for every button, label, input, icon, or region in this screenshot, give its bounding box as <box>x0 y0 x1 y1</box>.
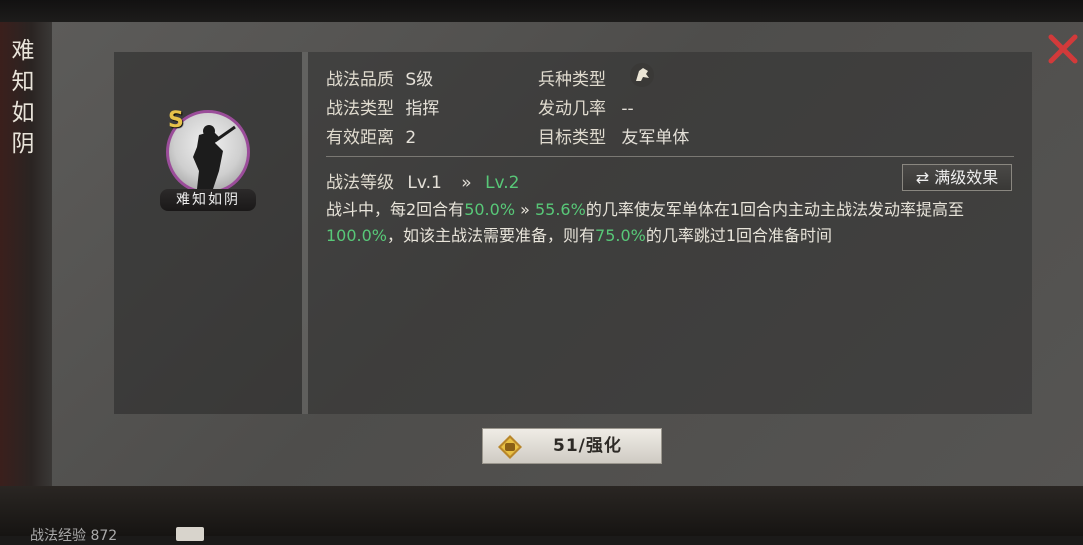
grade-badge: S <box>168 108 184 133</box>
close-icon[interactable] <box>1047 33 1079 65</box>
skill-portrait-area <box>114 52 302 414</box>
level-next: Lv.2 <box>485 173 520 193</box>
quality-row: 战法品质 S级 <box>326 65 433 90</box>
range-label: 有效距离 <box>326 128 394 148</box>
desc-value-4: 75.0% <box>595 226 646 245</box>
strengthen-button[interactable]: 51/强化 <box>482 428 662 464</box>
desc-text-4: 的几率跳过1回合准备时间 <box>645 226 833 245</box>
level-row: 战法等级 Lv.1 » Lv.2 <box>326 168 520 193</box>
type-row: 战法类型 指挥 <box>326 94 439 119</box>
rate-row: 发动几率 -- <box>538 94 634 119</box>
desc-value-3: 100.0% <box>326 226 388 245</box>
desc-arrow-icon: » <box>515 200 535 219</box>
level-arrow-icon: » <box>461 173 472 193</box>
info-divider <box>326 156 1014 157</box>
top-bar <box>0 0 1083 22</box>
rate-value: -- <box>621 99 634 119</box>
skill-description: 战斗中，每2回合有50.0% » 55.6%的几率使友军单体在1回合内主动主战法… <box>326 197 1016 249</box>
desc-value-1: 50.0% <box>464 200 516 219</box>
full-level-effect-button[interactable]: ⇄ 满级效果 <box>902 164 1012 191</box>
range-value: 2 <box>405 128 417 148</box>
rate-label: 发动几率 <box>538 99 606 119</box>
type-label: 战法类型 <box>326 99 394 119</box>
cavalry-icon <box>629 62 655 88</box>
skill-title: 难知如阴 <box>11 38 35 157</box>
bottom-add-button[interactable] <box>176 527 204 541</box>
bottom-exp-text: 战法经验 872 <box>30 528 118 544</box>
quality-label: 战法品质 <box>326 70 394 90</box>
strengthen-label: 51/强化 <box>553 436 622 456</box>
level-label: 战法等级 <box>326 173 394 193</box>
strengthen-fist-icon <box>497 434 523 460</box>
full-level-effect-label: 满级效果 <box>934 168 999 187</box>
skill-name-ribbon: 难知如阴 <box>160 189 256 211</box>
range-row: 有效距离 2 <box>326 123 416 148</box>
target-label: 目标类型 <box>538 128 606 148</box>
troop-label: 兵种类型 <box>538 70 606 90</box>
desc-text-1: 战斗中，每2回合有 <box>326 200 465 219</box>
troop-row: 兵种类型 <box>538 65 606 90</box>
target-row: 目标类型 友军单体 <box>538 123 689 148</box>
swap-icon: ⇄ <box>915 168 930 187</box>
target-value: 友军单体 <box>621 128 690 148</box>
desc-text-3: ，如该主战法需要准备，则有 <box>387 226 596 245</box>
level-current: Lv.1 <box>407 173 442 193</box>
bottom-bar <box>0 486 1083 536</box>
desc-value-2: 55.6% <box>534 200 586 219</box>
desc-text-2: 的几率使友军单体在1回合内主动主战法发动率提高至 <box>585 200 964 219</box>
quality-value: S级 <box>405 70 434 90</box>
type-value: 指挥 <box>405 99 440 119</box>
